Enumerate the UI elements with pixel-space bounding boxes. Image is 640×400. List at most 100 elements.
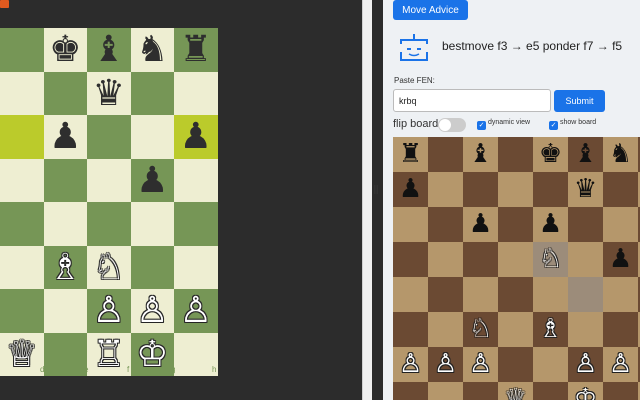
board-square[interactable] <box>130 202 174 246</box>
board-square[interactable] <box>87 202 131 246</box>
board-square[interactable] <box>428 137 463 172</box>
board-square[interactable] <box>498 242 533 277</box>
black-queen-icon[interactable]: ♛ <box>87 72 131 116</box>
board-square[interactable] <box>0 245 44 289</box>
white-king-icon[interactable]: ♔ <box>568 382 603 400</box>
white-pawn-icon[interactable]: ♙ <box>568 347 603 382</box>
board-square[interactable] <box>603 312 638 347</box>
board-square[interactable] <box>393 207 428 242</box>
board-square[interactable] <box>174 71 218 115</box>
board-square[interactable] <box>568 277 603 312</box>
board-square[interactable] <box>533 172 568 207</box>
white-bishop-icon[interactable]: ♗ <box>533 312 568 347</box>
board-square[interactable] <box>428 312 463 347</box>
board-square[interactable] <box>498 207 533 242</box>
white-pawn-icon[interactable]: ♙ <box>174 289 218 333</box>
black-knight-icon[interactable]: ♞ <box>131 28 175 72</box>
board-square[interactable] <box>533 382 568 400</box>
board-square[interactable] <box>603 382 638 400</box>
board-square[interactable] <box>463 277 498 312</box>
white-queen-icon[interactable]: ♕ <box>0 333 44 377</box>
board-square[interactable] <box>498 172 533 207</box>
board-square[interactable] <box>498 347 533 382</box>
black-bishop-icon[interactable]: ♝ <box>463 137 498 172</box>
black-pawn-icon[interactable]: ♟ <box>393 172 428 207</box>
resize-handle-icon[interactable]: ‖ <box>373 183 379 197</box>
chess-board-preview[interactable]: ♜ ♝ ♚ ♝ ♞ ♟ ♛ ♟ ♟ ♘ ♟ ♘ ♗ ♙ ♙ ♙ ♙ ♙ ♕ ♔ <box>393 137 640 400</box>
black-bishop-icon[interactable]: ♝ <box>87 28 131 72</box>
board-square[interactable] <box>43 158 87 202</box>
board-square[interactable] <box>428 242 463 277</box>
pane-divider[interactable] <box>362 0 372 400</box>
white-pawn-icon[interactable]: ♙ <box>603 347 638 382</box>
board-square[interactable] <box>463 382 498 400</box>
board-square[interactable] <box>43 202 87 246</box>
board-square[interactable] <box>603 277 638 312</box>
board-square[interactable] <box>174 245 218 289</box>
board-square[interactable] <box>568 207 603 242</box>
black-pawn-icon[interactable]: ♟ <box>463 207 498 242</box>
board-square[interactable] <box>463 242 498 277</box>
board-square[interactable] <box>43 332 87 376</box>
show-board-checkbox[interactable]: ✓ <box>549 121 558 130</box>
board-square[interactable] <box>174 158 218 202</box>
board-square[interactable] <box>0 71 44 115</box>
board-square[interactable] <box>533 277 568 312</box>
board-square[interactable] <box>393 277 428 312</box>
black-bishop-icon[interactable]: ♝ <box>568 137 603 172</box>
black-king-icon[interactable]: ♚ <box>44 28 88 72</box>
board-square[interactable] <box>568 242 603 277</box>
black-pawn-icon[interactable]: ♟ <box>44 115 88 159</box>
black-knight-icon[interactable]: ♞ <box>603 137 638 172</box>
white-knight-icon[interactable]: ♘ <box>533 242 568 277</box>
black-pawn-icon[interactable]: ♟ <box>131 159 175 203</box>
white-knight-icon[interactable]: ♘ <box>463 312 498 347</box>
white-pawn-icon[interactable]: ♙ <box>87 289 131 333</box>
white-bishop-icon[interactable]: ♗ <box>44 246 88 290</box>
black-pawn-icon[interactable]: ♟ <box>174 115 218 159</box>
white-pawn-icon[interactable]: ♙ <box>131 289 175 333</box>
board-square[interactable] <box>498 137 533 172</box>
board-square[interactable] <box>428 277 463 312</box>
board-square[interactable] <box>428 382 463 400</box>
board-square[interactable] <box>603 207 638 242</box>
fen-input[interactable] <box>393 89 551 112</box>
chess-board-main[interactable]: ♚ ♝ ♞ ♜ ♛ ♟ ♟ ♟ ♗ ♘ ♙ ♙ ♙ ♕ ♖ ♔ <box>0 28 219 376</box>
dynamic-view-checkbox[interactable]: ✓ <box>477 121 486 130</box>
board-square[interactable] <box>0 28 44 72</box>
board-square[interactable] <box>87 158 131 202</box>
white-knight-icon[interactable]: ♘ <box>87 246 131 290</box>
board-square[interactable] <box>498 312 533 347</box>
board-square[interactable] <box>174 202 218 246</box>
black-pawn-icon[interactable]: ♟ <box>533 207 568 242</box>
black-king-icon[interactable]: ♚ <box>533 137 568 172</box>
white-king-icon[interactable]: ♔ <box>131 333 175 377</box>
white-rook-icon[interactable]: ♖ <box>87 333 131 377</box>
board-square[interactable] <box>87 115 131 159</box>
flip-board-toggle[interactable] <box>438 118 466 132</box>
board-square[interactable] <box>0 289 44 333</box>
white-queen-icon[interactable]: ♕ <box>498 382 533 400</box>
board-square[interactable] <box>463 172 498 207</box>
white-pawn-icon[interactable]: ♙ <box>393 347 428 382</box>
board-square[interactable] <box>498 277 533 312</box>
white-pawn-icon[interactable]: ♙ <box>428 347 463 382</box>
move-advice-button[interactable]: Move Advice <box>393 0 468 20</box>
board-square[interactable] <box>428 207 463 242</box>
board-square[interactable] <box>428 172 463 207</box>
board-square[interactable] <box>130 245 174 289</box>
black-pawn-icon[interactable]: ♟ <box>603 242 638 277</box>
black-queen-icon[interactable]: ♛ <box>568 172 603 207</box>
board-square[interactable] <box>393 312 428 347</box>
board-square[interactable] <box>0 158 44 202</box>
board-square[interactable] <box>0 202 44 246</box>
board-square[interactable] <box>43 71 87 115</box>
board-square[interactable] <box>568 312 603 347</box>
board-square[interactable] <box>393 242 428 277</box>
board-square[interactable] <box>533 347 568 382</box>
black-rook-icon[interactable]: ♜ <box>174 28 218 72</box>
board-square[interactable] <box>130 115 174 159</box>
board-square[interactable] <box>43 289 87 333</box>
black-rook-icon[interactable]: ♜ <box>393 137 428 172</box>
board-square[interactable] <box>174 332 218 376</box>
